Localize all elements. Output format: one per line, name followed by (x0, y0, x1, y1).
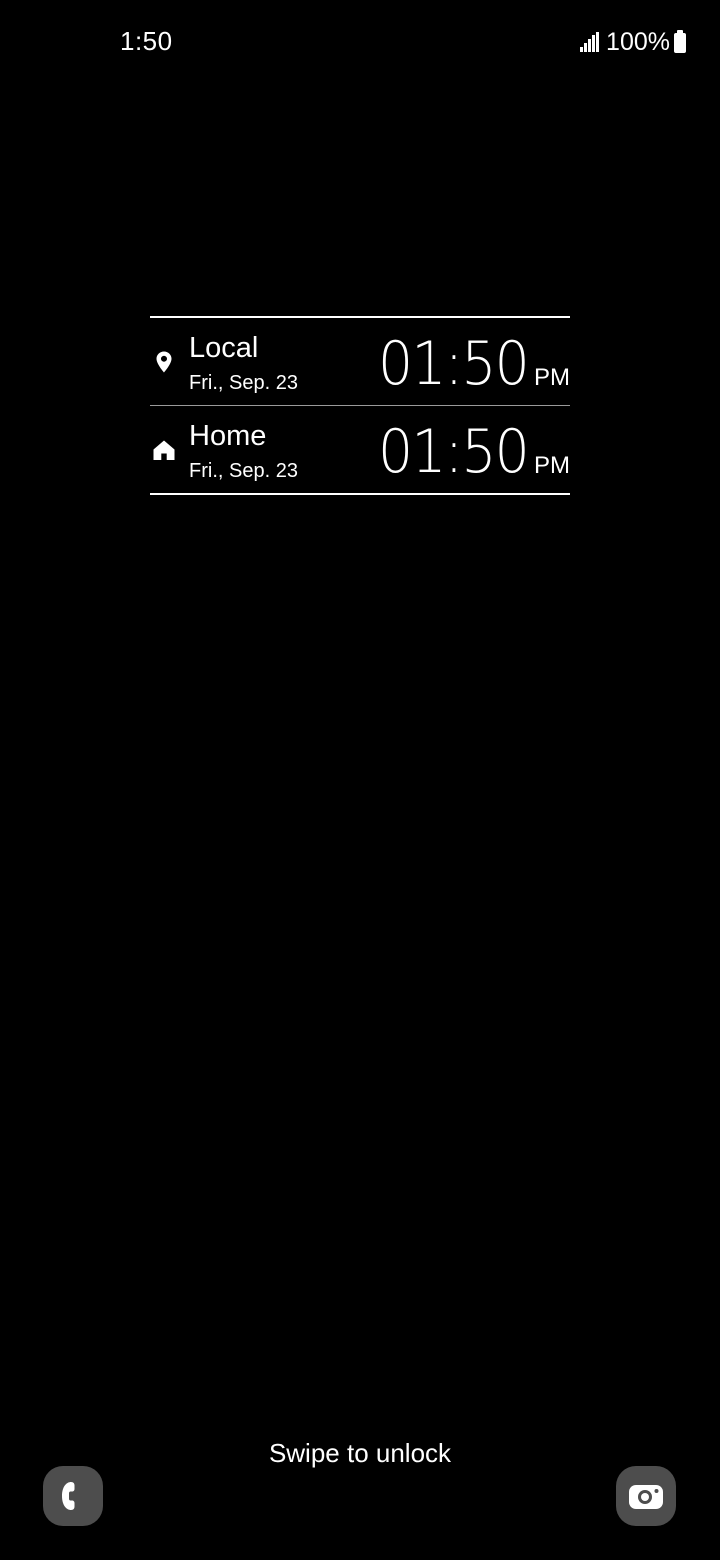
clock-city-name: Home (189, 420, 267, 452)
status-indicators: 100% (580, 26, 686, 58)
clock-ampm: PM (534, 452, 570, 479)
clock-time: 01:50 (378, 329, 530, 399)
status-bar: 1:50 100% (0, 0, 720, 84)
camera-shortcut-button[interactable] (616, 1466, 676, 1526)
lock-screen: 1:50 100% Local Fri., Sep. 23 01:50 PM H… (0, 0, 720, 1560)
phone-shortcut-button[interactable] (43, 1466, 103, 1526)
clock-city-name: Local (189, 332, 259, 364)
swipe-to-unlock-hint: Swipe to unlock (268, 1438, 452, 1468)
phone-icon (62, 1482, 75, 1510)
clock-date: Fri., Sep. 23 (189, 460, 298, 482)
clock-time: 01:50 (378, 417, 530, 487)
clock-ampm: PM (534, 364, 570, 391)
camera-icon (629, 1485, 663, 1509)
clock-date: Fri., Sep. 23 (189, 372, 298, 394)
clock-row-local: Local Fri., Sep. 23 01:50 PM (150, 318, 570, 405)
clock-divider-bottom (150, 493, 570, 495)
status-time: 1:50 (120, 26, 173, 56)
location-pin-icon (156, 351, 172, 373)
home-icon (153, 440, 175, 460)
clock-row-home: Home Fri., Sep. 23 01:50 PM (150, 406, 570, 493)
signal-bars-icon (580, 32, 600, 52)
battery-percent: 100% (606, 27, 670, 56)
dual-clock-widget: Local Fri., Sep. 23 01:50 PM Home Fri., … (150, 316, 570, 495)
battery-full-icon (674, 30, 686, 53)
